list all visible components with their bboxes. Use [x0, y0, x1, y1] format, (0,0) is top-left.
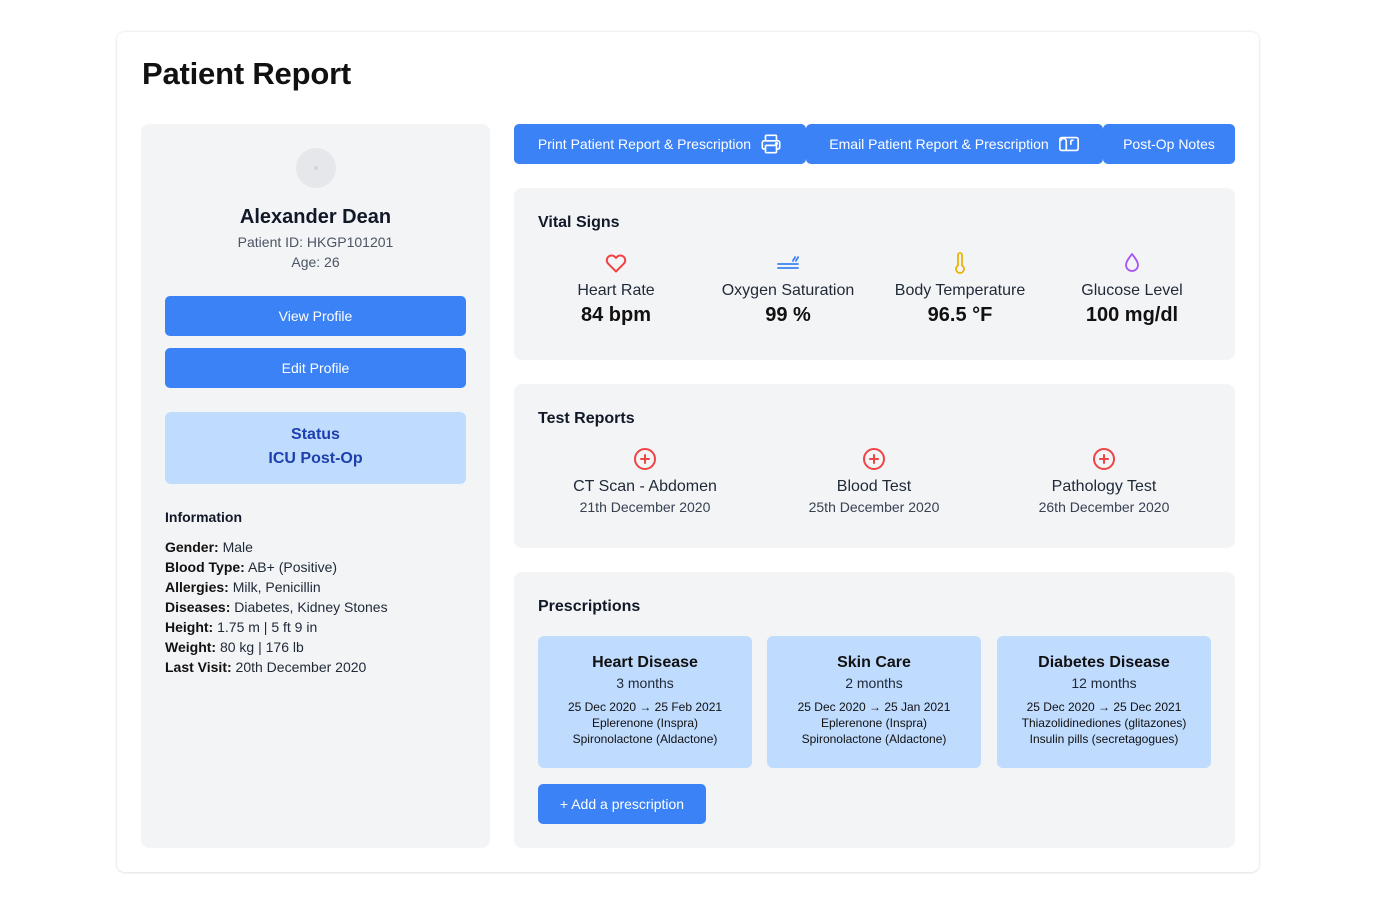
prescription-dates: 25 Dec 2020 → 25 Dec 2021: [1026, 700, 1182, 714]
patient-name: Alexander Dean: [239, 206, 392, 228]
vital-label: Oxygen Saturation: [721, 282, 855, 299]
email-report-label: Email Patient Report & Prescription: [829, 136, 1049, 152]
prescription-medication: Spironolactone (Aldactone): [572, 732, 718, 746]
oxygen-icon: [777, 256, 799, 269]
status-badge: Status ICU Post-Op: [165, 412, 466, 484]
information-title: Information: [165, 509, 242, 525]
info-row-gender: Gender: Male: [165, 537, 388, 557]
patient-panel: Alexander Dean Patient ID: HKGP101201 Ag…: [141, 124, 490, 848]
test-name: Pathology Test: [1051, 478, 1157, 495]
test-reports-title: Test Reports: [538, 410, 635, 427]
prescription-medication: Thiazolidinediones (glitazones): [1021, 716, 1187, 730]
prescription-duration: 12 months: [1071, 675, 1137, 691]
vital-label: Glucose Level: [1081, 282, 1183, 299]
patient-report-card: Patient Report Alexander Dean Patient ID…: [117, 32, 1259, 872]
prescription-name: Diabetes Disease: [1038, 654, 1170, 671]
printer-icon: [761, 134, 781, 154]
test-name: Blood Test: [836, 478, 912, 495]
heart-icon: [605, 254, 627, 273]
prescription-medication: Spironolactone (Aldactone): [801, 732, 947, 746]
info-value: Diabetes, Kidney Stones: [234, 599, 388, 615]
prescription-card[interactable]: Diabetes Disease 12 months 25 Dec 2020 →…: [997, 636, 1211, 768]
test-name: CT Scan - Abdomen: [573, 478, 717, 495]
info-label: Weight:: [165, 639, 217, 655]
prescription-dates: 25 Dec 2020 → 25 Feb 2021: [567, 700, 723, 714]
vital-glucose-level: Glucose Level 100 mg/dl: [1046, 250, 1218, 327]
info-label: Last Visit:: [165, 659, 232, 675]
vital-signs-section: Vital Signs Heart Rate 84 bpm Oxygen Sat…: [514, 188, 1235, 360]
edit-profile-button[interactable]: Edit Profile: [165, 348, 466, 388]
post-op-notes-button[interactable]: Post-Op Notes: [1103, 124, 1235, 164]
vital-value: 96.5 °F: [927, 304, 993, 326]
prescription-duration: 3 months: [616, 675, 674, 691]
vital-label: Heart Rate: [577, 282, 655, 299]
print-report-label: Print Patient Report & Prescription: [537, 136, 752, 152]
patient-id: Patient ID: HKGP101201: [237, 234, 394, 250]
info-row-blood-type: Blood Type: AB+ (Positive): [165, 557, 388, 577]
prescription-duration: 2 months: [845, 675, 903, 691]
vital-value: 100 mg/dl: [1085, 304, 1179, 326]
info-label: Blood Type:: [165, 559, 245, 575]
info-row-height: Height: 1.75 m | 5 ft 9 in: [165, 617, 388, 637]
info-label: Allergies:: [165, 579, 229, 595]
status-value: ICU Post-Op: [268, 450, 363, 467]
info-value: Milk, Penicillin: [232, 579, 321, 595]
test-date: 21th December 2020: [579, 499, 711, 515]
info-label: Diseases:: [165, 599, 231, 615]
vital-heart-rate: Heart Rate 84 bpm: [530, 250, 702, 327]
prescriptions-section: Prescriptions Heart Disease 3 months 25 …: [514, 572, 1235, 848]
plus-circle-icon[interactable]: [1092, 447, 1116, 471]
test-reports-section: Test Reports CT Scan - Abdomen 21th Dece…: [514, 384, 1235, 548]
info-label: Height:: [165, 619, 214, 635]
test-report-item[interactable]: Pathology Test 26th December 2020: [994, 446, 1214, 515]
info-value: 80 kg | 176 lb: [219, 639, 304, 655]
plus-circle-icon[interactable]: [633, 447, 657, 471]
prescription-card[interactable]: Skin Care 2 months 25 Dec 2020 → 25 Jan …: [767, 636, 981, 768]
vital-value: 84 bpm: [580, 304, 652, 326]
info-value: 1.75 m | 5 ft 9 in: [217, 619, 318, 635]
test-report-item[interactable]: Blood Test 25th December 2020: [764, 446, 984, 515]
prescription-name: Skin Care: [837, 654, 911, 671]
avatar: [296, 148, 336, 188]
vital-oxygen-saturation: Oxygen Saturation 99 %: [702, 250, 874, 327]
vital-label: Body Temperature: [894, 282, 1026, 299]
prescription-name: Heart Disease: [592, 654, 698, 671]
prescription-medication: Eplerenone (Inspra): [591, 716, 699, 730]
patient-age: Age: 26: [291, 254, 340, 270]
info-value: 20th December 2020: [235, 659, 367, 675]
info-label: Gender:: [165, 539, 219, 555]
vital-body-temperature: Body Temperature 96.5 °F: [874, 250, 1046, 327]
email-report-button[interactable]: Email Patient Report & Prescription: [806, 124, 1103, 164]
status-label: Status: [291, 426, 340, 443]
vital-value: 99 %: [765, 304, 811, 326]
plus-circle-icon[interactable]: [862, 447, 886, 471]
view-profile-button[interactable]: View Profile: [165, 296, 466, 336]
test-report-item[interactable]: CT Scan - Abdomen 21th December 2020: [535, 446, 755, 515]
info-row-weight: Weight: 80 kg | 176 lb: [165, 637, 388, 657]
info-row-allergies: Allergies: Milk, Penicillin: [165, 577, 388, 597]
thermometer-icon: [955, 252, 965, 274]
droplet-icon: [1125, 253, 1139, 272]
test-date: 26th December 2020: [1038, 499, 1170, 515]
prescription-dates: 25 Dec 2020 → 25 Jan 2021: [797, 700, 951, 714]
print-report-button[interactable]: Print Patient Report & Prescription: [514, 124, 806, 164]
info-value: Male: [222, 539, 253, 555]
add-prescription-button[interactable]: + Add a prescription: [538, 784, 706, 824]
vital-signs-title: Vital Signs: [538, 214, 620, 231]
prescription-medication: Insulin pills (secretagogues): [1029, 732, 1179, 746]
prescription-card[interactable]: Heart Disease 3 months 25 Dec 2020 → 25 …: [538, 636, 752, 768]
info-row-diseases: Diseases: Diabetes, Kidney Stones: [165, 597, 388, 617]
prescription-medication: Eplerenone (Inspra): [820, 716, 928, 730]
prescriptions-title: Prescriptions: [538, 598, 641, 615]
information-list: Gender: Male Blood Type: AB+ (Positive) …: [165, 537, 388, 677]
test-date: 25th December 2020: [808, 499, 940, 515]
page-title: Patient Report: [142, 56, 352, 91]
info-row-last-visit: Last Visit: 20th December 2020: [165, 657, 388, 677]
mailbox-icon: [1058, 136, 1079, 152]
info-value: AB+ (Positive): [247, 559, 338, 575]
